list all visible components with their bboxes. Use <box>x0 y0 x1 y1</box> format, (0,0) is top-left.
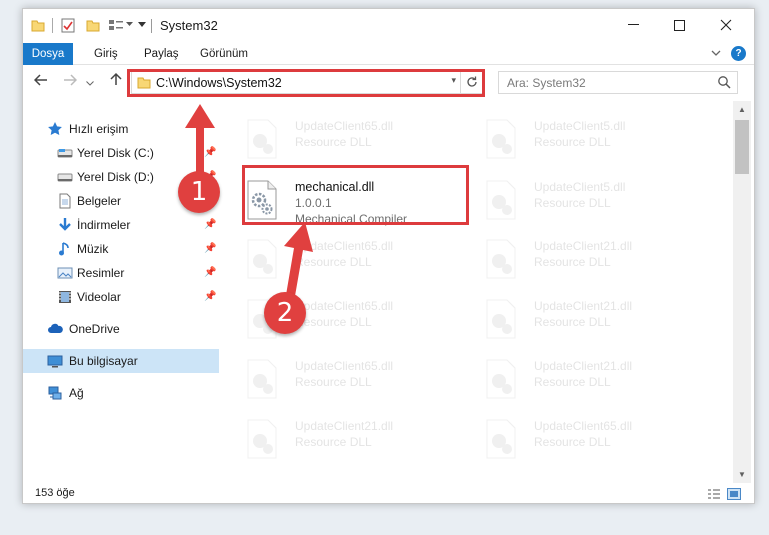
step-2-badge: 2 <box>264 292 306 334</box>
arrow-2-icon <box>284 222 313 296</box>
annotation-arrows <box>185 104 313 296</box>
step-1-badge: 1 <box>178 171 220 213</box>
arrow-1-icon <box>185 104 215 175</box>
